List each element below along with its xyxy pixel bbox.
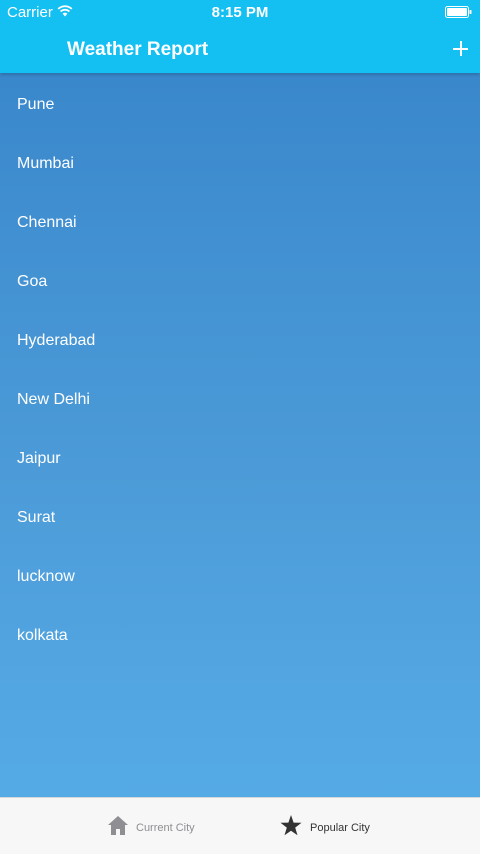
city-item-goa[interactable]: Goa xyxy=(17,273,47,291)
city-list[interactable]: Pune Mumbai Chennai Goa Hyderabad New De… xyxy=(0,73,480,797)
city-item-surat[interactable]: Surat xyxy=(17,509,55,527)
city-item-jaipur[interactable]: Jaipur xyxy=(17,450,61,468)
city-item-chennai[interactable]: Chennai xyxy=(17,214,77,232)
home-icon xyxy=(108,816,128,835)
tab-current-city-label: Current City xyxy=(136,822,195,834)
page-title: Weather Report xyxy=(67,39,209,60)
tab-current-city[interactable]: Current City xyxy=(107,814,207,838)
city-item-kolkata[interactable]: kolkata xyxy=(17,627,68,645)
city-item-hyderabad[interactable]: Hyderabad xyxy=(17,332,95,350)
city-item-new-delhi[interactable]: New Delhi xyxy=(17,391,90,409)
city-item-pune[interactable]: Pune xyxy=(17,96,54,114)
navigation-bar: Carrier 8:15 PM Weather Report xyxy=(0,0,480,73)
status-time: 8:15 PM xyxy=(211,4,269,21)
status-bar: Carrier 8:15 PM xyxy=(0,0,480,24)
tab-bar: Current City Popular City xyxy=(0,797,480,854)
star-icon xyxy=(280,815,302,836)
tab-popular-city-label: Popular City xyxy=(310,822,370,834)
city-item-lucknow[interactable]: lucknow xyxy=(17,568,75,586)
battery-icon xyxy=(445,6,472,18)
city-item-mumbai[interactable]: Mumbai xyxy=(17,155,74,173)
add-city-button[interactable] xyxy=(450,38,472,60)
tab-popular-city[interactable]: Popular City xyxy=(279,814,389,838)
